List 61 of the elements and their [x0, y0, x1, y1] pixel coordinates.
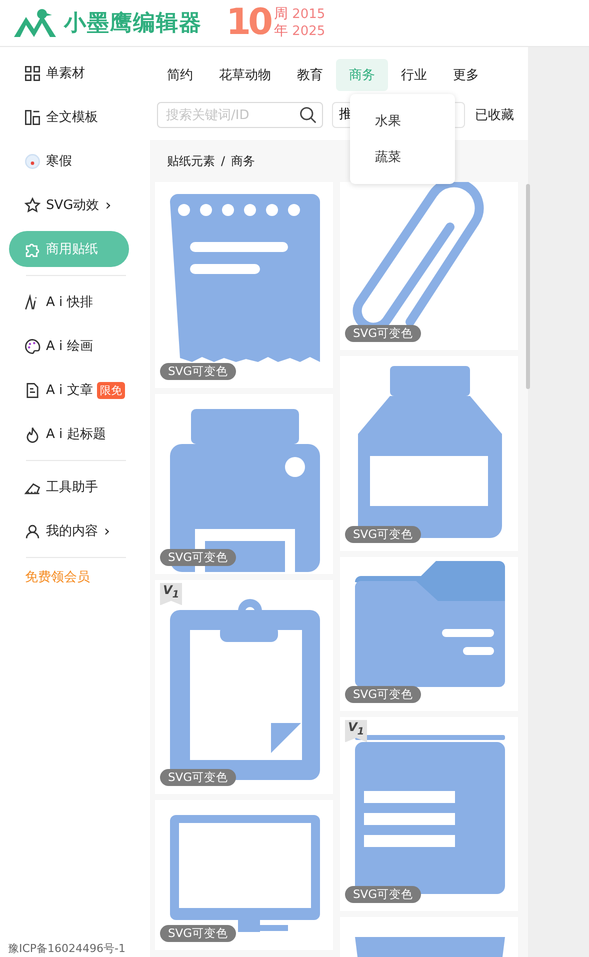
category-tab[interactable]: 更多	[440, 59, 492, 91]
vip-badge: V$_{1}$	[160, 583, 182, 606]
category-tab[interactable]: 行业	[388, 59, 440, 91]
category-tab[interactable]: 简约	[154, 59, 206, 91]
sticker-card[interactable]: SVG可变色	[155, 394, 333, 574]
logo-icon	[12, 7, 58, 39]
breadcrumb-item[interactable]: 贴纸元素	[167, 152, 215, 170]
template-icon	[24, 108, 41, 126]
palette-icon	[24, 338, 41, 354]
category-tab[interactable]: 教育	[284, 59, 336, 91]
sticker-card[interactable]: SVG可变色	[340, 557, 518, 711]
anniversary-text: 年	[274, 23, 288, 40]
sidebar-item[interactable]: 全文模板	[9, 99, 129, 135]
color-change-label: SVG可变色	[160, 925, 236, 942]
dropdown-item[interactable]: 蔬菜	[350, 140, 455, 176]
dropdown-item[interactable]: 水果	[350, 104, 455, 140]
sticker-card[interactable]: SVG可变色	[155, 182, 333, 388]
chevron-icon: ›	[105, 196, 112, 214]
doc-icon	[24, 382, 41, 398]
puzzle-icon	[24, 240, 41, 258]
color-change-label: SVG可变色	[160, 363, 236, 380]
anniversary-year: 2015	[292, 6, 326, 23]
sticker-card[interactable]: V$_{1}$ SVG可变色	[340, 717, 518, 911]
chevron-icon: ›	[104, 522, 110, 540]
sticker-card[interactable]: SVG可变色	[340, 356, 518, 551]
sidebar-item[interactable]: 工具助手	[9, 469, 129, 505]
color-change-label: SVG可变色	[345, 886, 422, 903]
vip-badge: V$_{1}$	[345, 720, 368, 742]
sticker-card[interactable]: SVG可变色	[340, 182, 518, 350]
flame-icon	[24, 426, 41, 442]
color-change-label: SVG可变色	[160, 549, 236, 566]
sidebar-item[interactable]: SVG动效 ›	[9, 187, 129, 223]
star-icon	[24, 196, 41, 214]
color-change-label: SVG可变色	[345, 526, 422, 543]
brand-name: 小墨鹰编辑器	[64, 10, 202, 38]
search-field[interactable]: 搜索关键词/ID	[157, 102, 323, 128]
sticker-card[interactable]: V$_{1}$ SVG可变色	[155, 580, 333, 794]
color-change-label: SVG可变色	[160, 769, 236, 786]
sidebar-item[interactable]: 单素材	[9, 55, 129, 91]
grid-icon	[24, 64, 41, 82]
icp-number: 豫ICP备16024496号-1	[8, 941, 126, 956]
scrollbar-thumb[interactable]	[526, 184, 530, 389]
sticker-card[interactable]: SVG可变色	[155, 800, 333, 950]
sidebar-item[interactable]: A i 文章 限免	[9, 372, 129, 408]
favorites-link[interactable]: 已收藏	[475, 106, 514, 124]
sidebar-item[interactable]: A i 绘画	[9, 328, 129, 364]
search-icon	[299, 106, 317, 124]
free-badge: 限免	[96, 382, 125, 398]
anniversary-number: 10	[226, 5, 270, 41]
sidebar-item[interactable]: A i 起标题	[9, 416, 129, 452]
color-change-label: SVG可变色	[345, 325, 422, 342]
sidebar-item[interactable]: A i 快排	[9, 284, 129, 320]
anniversary-year: 2025	[292, 23, 326, 40]
category-tab[interactable]: 花草动物	[206, 59, 284, 91]
breadcrumb-item[interactable]: 商务	[231, 152, 256, 170]
sidebar-item[interactable]: 我的内容 ›	[9, 513, 129, 549]
anniversary-text: 周	[274, 6, 288, 23]
color-change-label: SVG可变色	[345, 686, 422, 703]
user-icon	[24, 522, 41, 540]
breadcrumb-separator: /	[221, 154, 226, 168]
sidebar-item[interactable]: 寒假	[9, 143, 129, 179]
